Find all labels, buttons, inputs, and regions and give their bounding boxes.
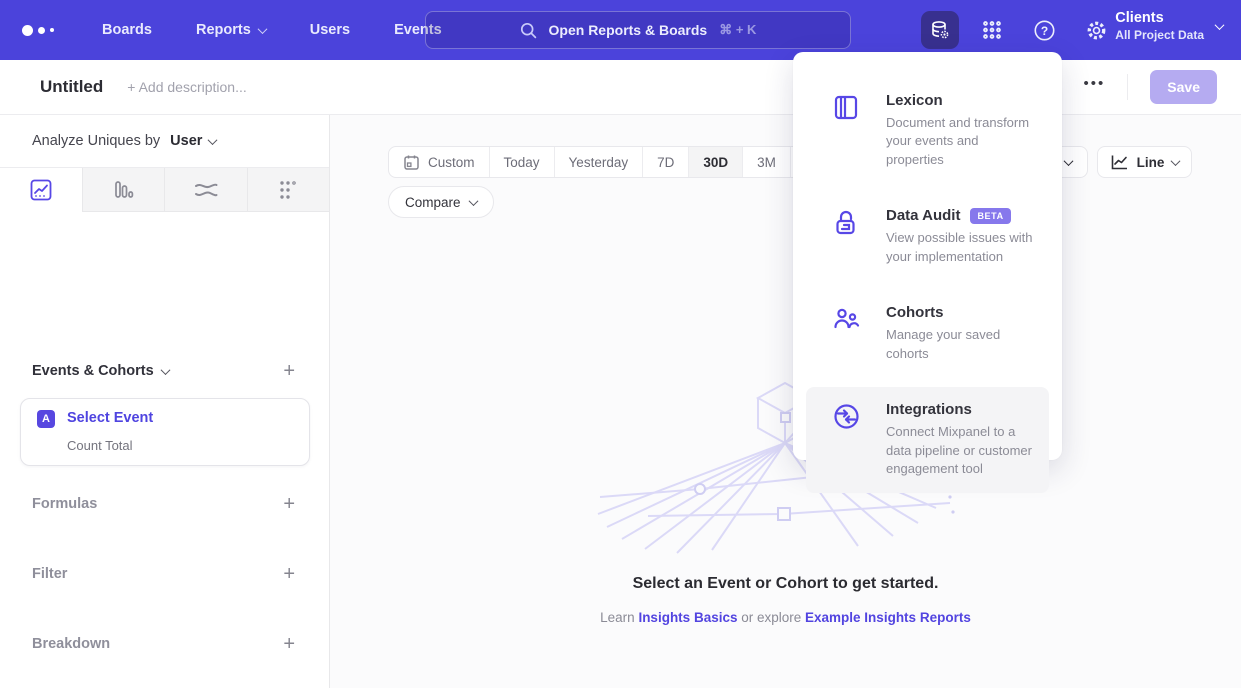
- divider: [1127, 74, 1128, 100]
- metrics-grid-icon: [276, 178, 300, 202]
- breakdown-section: Breakdown +: [0, 629, 329, 659]
- date-range-30d[interactable]: 30D: [688, 147, 742, 177]
- menu-item-cohorts[interactable]: Cohorts Manage your saved cohorts: [806, 290, 1049, 377]
- project-name: Clients: [1115, 10, 1204, 26]
- data-management-menu: Lexicon Document and transform your even…: [793, 52, 1062, 460]
- tab-insights-line[interactable]: [0, 168, 82, 212]
- chevron-down-icon: [257, 24, 267, 34]
- apps-grid-button[interactable]: [973, 11, 1011, 49]
- query-sidebar: Analyze Uniques by User: [0, 115, 330, 688]
- events-cohorts-header: Events & Cohorts +: [0, 358, 329, 384]
- settings-button[interactable]: [1077, 11, 1115, 49]
- tab-metrics-grid[interactable]: [247, 168, 330, 212]
- add-formula-button[interactable]: +: [283, 494, 295, 514]
- project-scope: All Project Data: [1115, 28, 1204, 42]
- help-icon: ?: [1033, 19, 1056, 42]
- help-button[interactable]: ?: [1025, 11, 1063, 49]
- tab-bar-chart[interactable]: [82, 168, 165, 212]
- report-title[interactable]: Untitled: [40, 77, 103, 97]
- nav-item-reports[interactable]: Reports: [196, 22, 266, 38]
- chart-type-dropdown[interactable]: Line: [1097, 146, 1192, 178]
- select-event-button[interactable]: Select Event: [67, 410, 153, 426]
- empty-state-links: Learn Insights Basics or explore Example…: [330, 610, 1241, 625]
- menu-item-integrations[interactable]: Integrations Connect Mixpanel to a data …: [806, 387, 1049, 492]
- more-options-icon[interactable]: •••: [1084, 79, 1106, 95]
- analyze-value-dropdown[interactable]: User: [170, 133, 216, 149]
- insights-basics-link[interactable]: Insights Basics: [638, 610, 737, 625]
- add-breakdown-button[interactable]: +: [283, 634, 295, 654]
- data-audit-icon: [833, 209, 859, 266]
- menu-item-lexicon[interactable]: Lexicon Document and transform your even…: [806, 78, 1049, 183]
- formulas-label: Formulas: [32, 496, 97, 512]
- project-selector[interactable]: Clients All Project Data: [1115, 10, 1223, 42]
- line-chart-icon: [1110, 154, 1129, 171]
- search-placeholder: Open Reports & Boards: [549, 22, 708, 38]
- filter-label: Filter: [32, 566, 67, 582]
- chart-type-tabs: [0, 168, 329, 212]
- insights-line-icon: [29, 178, 53, 202]
- date-range-3m[interactable]: 3M: [742, 147, 790, 177]
- filter-section: Filter +: [0, 559, 329, 589]
- chevron-down-icon: [208, 135, 218, 145]
- report-description-placeholder[interactable]: + Add description...: [127, 79, 246, 95]
- chevron-down-icon: [468, 196, 478, 206]
- lexicon-book-icon: [833, 94, 859, 169]
- search-shortcut: ⌘ + K: [719, 22, 756, 38]
- nav-icon-group: ?: [921, 0, 1115, 60]
- nav-menu: Boards Reports Users Events: [102, 22, 442, 38]
- beta-badge: BETA: [970, 208, 1010, 224]
- chevron-down-icon: [160, 365, 170, 375]
- count-type-dropdown[interactable]: Count Total: [67, 438, 133, 453]
- add-event-button[interactable]: +: [283, 361, 295, 381]
- date-range-today[interactable]: Today: [489, 147, 554, 177]
- global-search-input[interactable]: Open Reports & Boards ⌘ + K: [425, 11, 851, 49]
- chevron-down-icon: [1064, 156, 1074, 166]
- formulas-section: Formulas +: [0, 489, 329, 519]
- data-management-button[interactable]: [921, 11, 959, 49]
- mixpanel-logo-icon[interactable]: [22, 25, 70, 36]
- top-nav: Boards Reports Users Events Open Reports…: [0, 0, 1241, 60]
- database-gear-icon: [929, 19, 951, 41]
- analyze-label: Analyze Uniques by: [32, 133, 160, 149]
- analyze-uniques-row: Analyze Uniques by User: [0, 115, 329, 168]
- chevron-down-icon: [1215, 20, 1225, 30]
- apps-grid-icon: [981, 19, 1003, 41]
- calendar-icon: [403, 154, 420, 171]
- event-row-card[interactable]: A Select Event Count Total: [20, 398, 310, 466]
- bar-chart-icon: [111, 178, 135, 202]
- add-filter-button[interactable]: +: [283, 564, 295, 584]
- cohorts-people-icon: [833, 306, 859, 363]
- empty-state-title: Select an Event or Cohort to get started…: [330, 575, 1241, 593]
- save-button[interactable]: Save: [1150, 70, 1217, 104]
- menu-item-data-audit[interactable]: Data AuditBETA View possible issues with…: [806, 193, 1049, 280]
- compare-button[interactable]: Compare: [388, 186, 494, 218]
- settings-gear-icon: [1085, 19, 1108, 42]
- search-icon: [520, 22, 537, 39]
- event-letter-badge: A: [37, 410, 55, 428]
- svg-text:?: ?: [1040, 24, 1047, 38]
- example-reports-link[interactable]: Example Insights Reports: [805, 610, 971, 625]
- events-cohorts-toggle[interactable]: Events & Cohorts: [32, 363, 169, 379]
- date-range-7d[interactable]: 7D: [642, 147, 688, 177]
- nav-item-users[interactable]: Users: [310, 22, 350, 38]
- chevron-down-icon: [1171, 156, 1181, 166]
- empty-state: Select an Event or Cohort to get started…: [330, 575, 1241, 625]
- flows-icon: [193, 178, 219, 202]
- integrations-sync-icon: [833, 403, 859, 478]
- tab-flows[interactable]: [164, 168, 247, 212]
- nav-item-boards[interactable]: Boards: [102, 22, 152, 38]
- date-range-custom[interactable]: Custom: [389, 147, 489, 177]
- breakdown-label: Breakdown: [32, 636, 110, 652]
- date-range-yesterday[interactable]: Yesterday: [554, 147, 643, 177]
